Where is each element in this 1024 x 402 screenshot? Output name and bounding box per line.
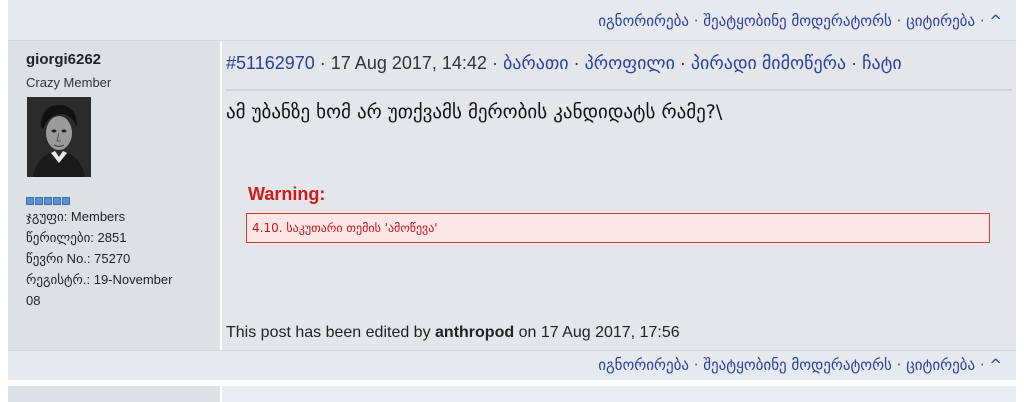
quote-link[interactable]: ციტირება — [906, 12, 975, 30]
rank-pip — [35, 197, 43, 205]
separator: · — [979, 356, 985, 374]
author-registered-year: 08 — [26, 293, 41, 308]
separator: · — [896, 12, 902, 30]
post-content: #51162970 · 17 Aug 2017, 14:42 · ბარათი … — [222, 41, 1016, 350]
next-post-content — [222, 386, 1016, 402]
edited-suffix: on 17 Aug 2017, 17:56 — [514, 324, 680, 341]
author-group: ჯგუფი: Members — [26, 209, 126, 224]
rank-pip — [26, 197, 34, 205]
separator: · — [693, 12, 699, 30]
author-username[interactable]: giorgi6262 — [26, 51, 101, 68]
post-body-text: ამ უბანზე ხომ არ უთქვამს მერობის კანდიდა… — [226, 101, 723, 123]
author-member-number: წევრი No.: 75270 — [26, 251, 131, 266]
separator: · — [693, 356, 699, 374]
edited-prefix: This post has been edited by — [226, 324, 436, 341]
previous-post-action-bar: იგნორირება · შეატყობინე მოდერატორს · ციტ… — [8, 0, 1016, 41]
warning-title: Warning: — [248, 184, 326, 204]
post-datetime: 17 Aug 2017, 14:42 — [330, 53, 487, 73]
warning-box: 4.10. საკუთარი თემის 'ამოწევა' — [246, 213, 990, 243]
post-header-divider — [226, 89, 1012, 91]
author-post-count: წერილები: 2851 — [26, 230, 127, 245]
report-moderator-link[interactable]: შეატყობინე მოდერატორს — [703, 356, 892, 374]
quote-link[interactable]: ციტირება — [906, 356, 975, 374]
rank-pip — [62, 197, 70, 205]
rank-pip — [53, 197, 61, 205]
post-id-link[interactable]: #51162970 — [226, 53, 315, 73]
separator: · — [851, 53, 863, 73]
scroll-top-link[interactable]: ^ — [989, 356, 1002, 374]
separator: · — [679, 53, 691, 73]
separator: · — [573, 53, 585, 73]
separator: · — [896, 356, 902, 374]
separator: · — [979, 12, 985, 30]
next-post-partial — [8, 380, 1016, 402]
warning-text: 4.10. საკუთარი თემის 'ამოწევა' — [252, 221, 438, 235]
rank-pip — [44, 197, 52, 205]
next-post-sidebar — [8, 386, 220, 402]
author-rank: Crazy Member — [26, 75, 112, 90]
scroll-top-link[interactable]: ^ — [989, 12, 1002, 30]
author-profile-link[interactable]: პროფილი — [585, 53, 675, 73]
ignore-link[interactable]: იგნორირება — [598, 12, 689, 30]
edited-by-user[interactable]: anthropod — [435, 324, 514, 341]
separator: · — [491, 53, 503, 73]
post-author-sidebar: giorgi6262 Crazy Member ჯგუფი: Members წ… — [8, 41, 222, 350]
edited-note: This post has been edited by anthropod o… — [226, 324, 680, 342]
post-header: #51162970 · 17 Aug 2017, 14:42 · ბარათი … — [226, 53, 902, 74]
avatar[interactable] — [27, 97, 91, 177]
post-action-bar: იგნორირება · შეატყობინე მოდერატორს · ციტ… — [8, 350, 1016, 381]
report-moderator-link[interactable]: შეატყობინე მოდერატორს — [703, 12, 892, 30]
author-registered: რეგისტრ.: 19-November — [26, 272, 173, 287]
post-links: იგნორირება · შეატყობინე მოდერატორს · ციტ… — [598, 356, 1002, 374]
author-card-link[interactable]: ბარათი — [503, 53, 569, 73]
private-message-link[interactable]: პირადი მიმოწერა — [691, 53, 846, 73]
previous-post-links: იგნორირება · შეატყობინე მოდერატორს · ციტ… — [598, 12, 1002, 30]
rank-pips — [26, 197, 70, 205]
chat-link[interactable]: ჩატი — [862, 53, 902, 73]
ignore-link[interactable]: იგნორირება — [598, 356, 689, 374]
avatar-portrait-image — [27, 97, 91, 177]
separator: · — [319, 53, 331, 73]
